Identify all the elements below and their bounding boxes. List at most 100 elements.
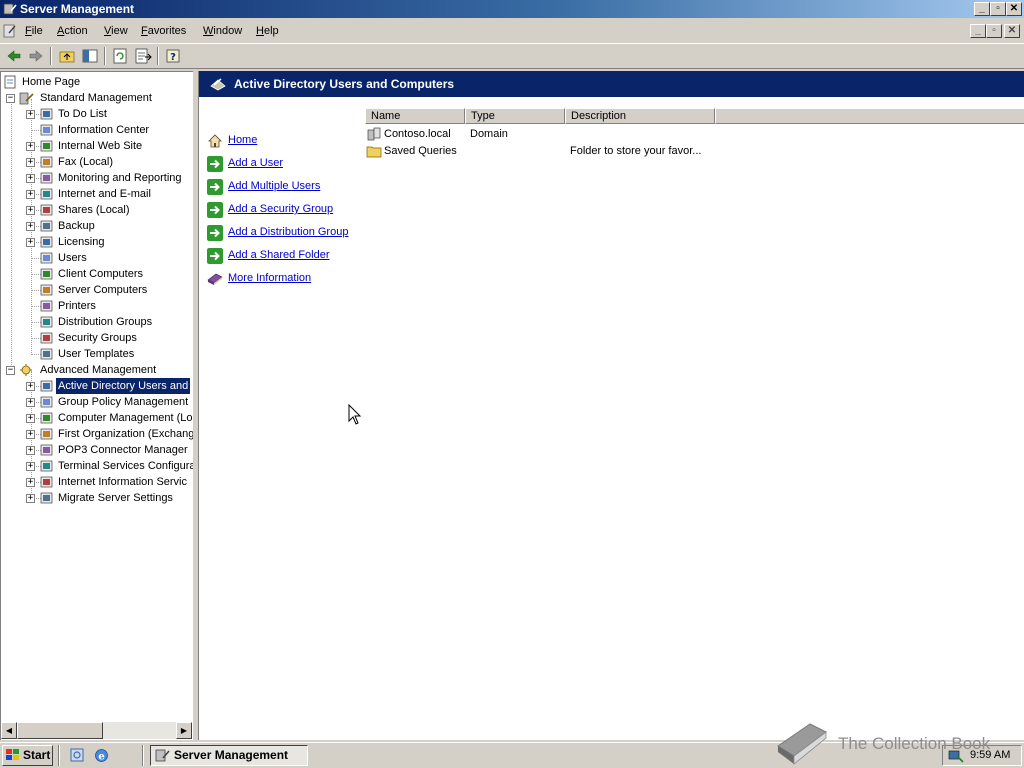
scroll-thumb[interactable]	[17, 722, 103, 739]
home-icon	[208, 134, 222, 148]
menu-window[interactable]: Window	[203, 25, 242, 37]
internal-web-site-icon	[40, 140, 53, 152]
console-tree[interactable]: Home Page − Standard Management + To Do …	[0, 71, 193, 740]
column-header-type[interactable]: Type	[465, 108, 565, 124]
expand-toggle[interactable]: +	[26, 430, 35, 439]
column-header-description[interactable]: Description	[565, 108, 715, 124]
first-organization-exchang-icon	[40, 428, 53, 440]
to-do-list-icon	[40, 108, 53, 120]
menu-view[interactable]: View	[104, 25, 128, 37]
expand-toggle[interactable]: +	[26, 478, 35, 487]
start-label: Start	[23, 748, 51, 762]
task-link-add-a-security-group[interactable]: Add a Security Group	[228, 203, 333, 215]
expand-toggle[interactable]: +	[26, 190, 35, 199]
expand-toggle[interactable]: +	[26, 238, 35, 247]
fax-local-icon	[40, 156, 53, 168]
minimize-button[interactable]: _	[974, 2, 990, 16]
title-bar[interactable]: Server Management _ ▫ ✕	[0, 0, 1024, 18]
maximize-button[interactable]: ▫	[990, 2, 1006, 16]
list-cell-name: Contoso.local	[384, 128, 451, 140]
menu-help[interactable]: Help	[256, 25, 279, 37]
menu-file[interactable]: File	[25, 25, 43, 37]
expand-toggle[interactable]: +	[26, 494, 35, 503]
task-link-add-a-shared-folder[interactable]: Add a Shared Folder	[228, 249, 330, 261]
details-title: Active Directory Users and Computers	[234, 77, 455, 91]
svg-text:e: e	[98, 752, 104, 763]
column-header-filler	[715, 108, 1024, 124]
watermark-text: The Collection Book	[838, 734, 991, 753]
tree-horizontal-scrollbar[interactable]: ◀ ▶	[1, 722, 192, 739]
expand-toggle[interactable]: +	[26, 446, 35, 455]
expand-toggle[interactable]: +	[26, 142, 35, 151]
quicklaunch-separator	[58, 745, 60, 766]
close-button[interactable]: ✕	[1006, 2, 1022, 16]
security-groups-icon	[40, 332, 53, 344]
tree-label: Active Directory Users and	[56, 378, 191, 394]
client-computers-icon	[40, 268, 53, 280]
tree-label: Information Center	[58, 124, 150, 136]
information-center-icon	[40, 124, 53, 136]
tree-label: POP3 Connector Manager	[58, 444, 188, 456]
collapse-toggle[interactable]: −	[6, 94, 15, 103]
tree-label: Advanced Management	[40, 364, 157, 376]
menu-action[interactable]: Action	[57, 25, 88, 37]
domain-icon	[367, 127, 381, 141]
child-minimize-button[interactable]: _	[970, 24, 986, 38]
task-link-more-information[interactable]: More Information	[228, 272, 311, 284]
task-link-home[interactable]: Home	[228, 134, 257, 146]
expand-toggle[interactable]: +	[26, 206, 35, 215]
scroll-left-button[interactable]: ◀	[1, 722, 17, 739]
monitoring-and-reporting-icon	[40, 172, 53, 184]
menu-bar: File Action View Favorites Window Help	[0, 20, 1024, 42]
taskbar-button-server-management[interactable]: Server Management	[150, 745, 308, 766]
child-restore-button[interactable]: ▫	[986, 24, 1002, 38]
expand-toggle[interactable]: +	[26, 398, 35, 407]
toolbar-separator	[104, 47, 106, 65]
refresh-icon[interactable]	[110, 47, 130, 65]
forward-arrow-icon[interactable]	[26, 47, 46, 65]
help-icon[interactable]: ?	[164, 47, 184, 65]
printers-icon	[40, 300, 53, 312]
collapse-toggle[interactable]: −	[6, 366, 15, 375]
tree-label: Shares (Local)	[58, 204, 130, 216]
expand-toggle[interactable]: +	[26, 462, 35, 471]
home-page-icon	[4, 75, 16, 89]
internet-information-servic-icon	[40, 476, 53, 488]
menu-favorites[interactable]: Favorites	[141, 25, 186, 37]
expand-toggle[interactable]: +	[26, 382, 35, 391]
expand-toggle[interactable]: +	[26, 174, 35, 183]
toolbar-separator	[50, 47, 52, 65]
shares-local-icon	[40, 204, 53, 216]
server-management-icon	[155, 749, 170, 762]
server-computers-icon	[40, 284, 53, 296]
scroll-right-button[interactable]: ▶	[176, 722, 192, 739]
back-arrow-icon[interactable]	[4, 47, 24, 65]
licensing-icon	[40, 236, 53, 248]
task-link-add-a-user[interactable]: Add a User	[228, 157, 283, 169]
tree-label: Migrate Server Settings	[58, 492, 173, 504]
list-cell-type: Domain	[470, 128, 508, 140]
header-curve	[349, 97, 1024, 107]
expand-toggle[interactable]: +	[26, 414, 35, 423]
list-view[interactable]: Name Type Description Contoso.local Doma…	[365, 108, 1024, 740]
user-templates-icon	[40, 348, 53, 360]
show-hide-tree-icon[interactable]	[80, 47, 100, 65]
up-folder-icon[interactable]	[57, 47, 77, 65]
server-management-quicklaunch-icon[interactable]	[69, 747, 86, 764]
list-item-contoso-local[interactable]: Contoso.local Domain	[365, 126, 865, 143]
task-link-add-multiple-users[interactable]: Add Multiple Users	[228, 180, 320, 192]
expand-toggle[interactable]: +	[26, 158, 35, 167]
expand-toggle[interactable]: +	[26, 222, 35, 231]
task-link-add-a-distribution-group[interactable]: Add a Distribution Group	[228, 226, 348, 238]
list-item-saved-queries[interactable]: Saved Queries Folder to store your favor…	[365, 143, 865, 160]
internet-explorer-icon[interactable]: e	[93, 747, 110, 764]
book-icon	[207, 273, 223, 285]
child-close-button[interactable]: ✕	[1004, 24, 1020, 38]
column-header-name[interactable]: Name	[365, 108, 465, 124]
windows-logo-icon	[6, 749, 19, 760]
watermark-book-icon	[777, 723, 827, 765]
expand-toggle[interactable]: +	[26, 110, 35, 119]
export-list-icon[interactable]	[133, 47, 153, 65]
start-button[interactable]: Start	[2, 745, 53, 766]
distribution-groups-icon	[40, 316, 53, 328]
